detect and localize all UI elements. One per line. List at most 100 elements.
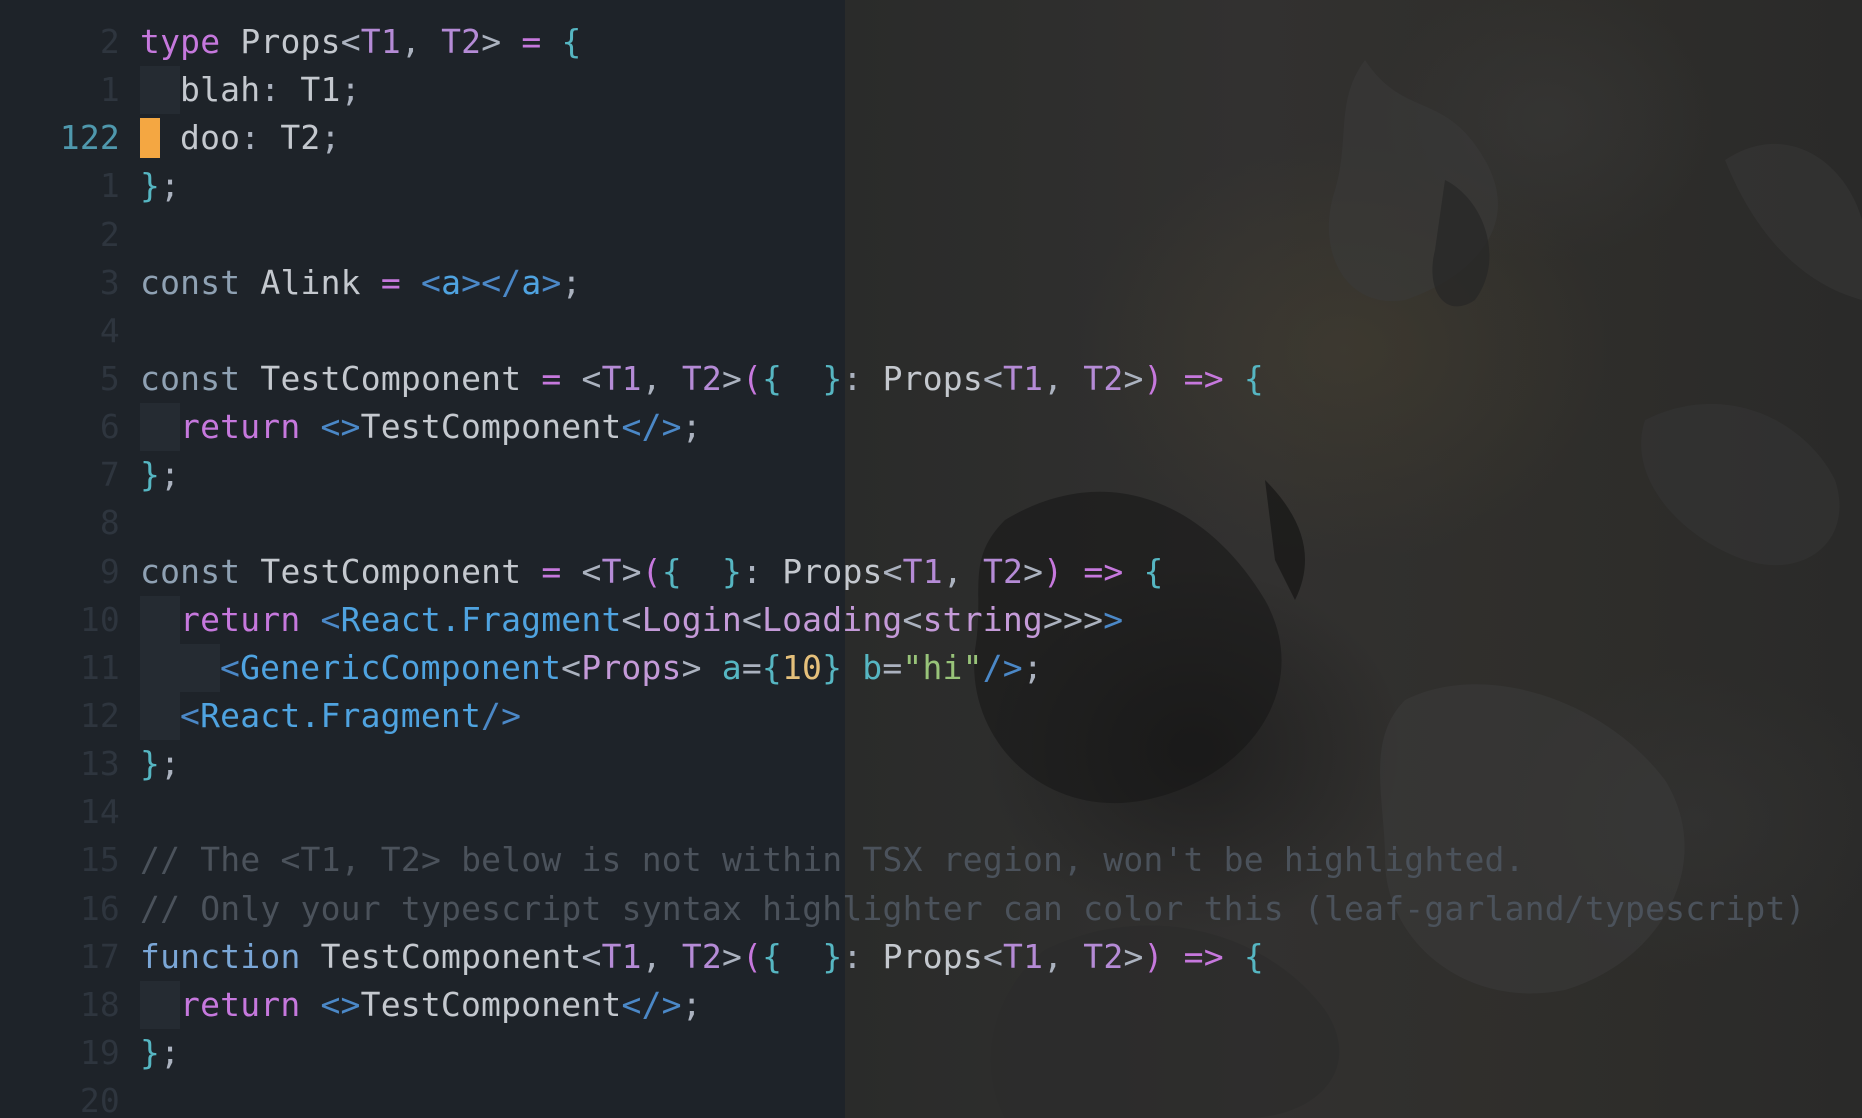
code-text: }; [140, 451, 180, 499]
code-token: { [1243, 358, 1264, 398]
line-number: 20 [79, 1081, 120, 1118]
code-token: T2 [280, 118, 321, 158]
code-token: /> [982, 647, 1023, 687]
code-text: <React.Fragment/> [140, 691, 521, 740]
code-token: string [922, 599, 1043, 639]
code-text: doo: T2; [140, 114, 341, 162]
line-number: 16 [79, 888, 120, 928]
code-token: > [621, 551, 642, 591]
code-token: T1 [902, 551, 943, 591]
code-text: // Only your typescript syntax highlight… [140, 885, 1806, 933]
code-token: ></ [461, 262, 522, 302]
code-text: <GenericComponent<Props> a={10} b="hi"/>… [140, 643, 1043, 692]
code-token: , [1043, 936, 1084, 976]
code-token: Login [641, 599, 742, 639]
code-text: }; [140, 740, 180, 788]
code-token: function [140, 936, 301, 976]
code-token: b [842, 647, 883, 687]
code-token: <> [320, 407, 361, 447]
code-token: Loading [762, 599, 903, 639]
code-token: = [541, 551, 562, 591]
code-token: > [481, 22, 502, 61]
code-token: ; [160, 455, 181, 495]
code-text: const TestComponent = <T>({ }: Props<T1,… [140, 548, 1164, 596]
line-number: 5 [99, 358, 120, 398]
code-token: ; [160, 166, 181, 206]
code-token: : [742, 551, 783, 591]
code-token: a [701, 647, 742, 687]
code-token: => [1163, 936, 1244, 976]
code-token: < [420, 262, 442, 302]
code-token: , [1043, 358, 1084, 398]
code-token: < [982, 936, 1004, 976]
code-token: return [180, 984, 301, 1024]
code-token: > [1103, 599, 1124, 639]
code-token: = [741, 647, 762, 687]
code-token: a [521, 262, 542, 302]
code-token: < [320, 599, 341, 639]
code-token: ; [681, 407, 702, 447]
code-token: { [762, 358, 783, 398]
indent-guide [180, 643, 220, 692]
code-token: T1 [300, 70, 341, 110]
code-token: // Only your typescript syntax highlight… [140, 888, 1806, 928]
code-token: Props [882, 358, 983, 398]
line-number: 6 [99, 407, 120, 447]
code-token: Props [581, 647, 682, 687]
code-token: React.Fragment [340, 599, 622, 639]
line-number: 10 [79, 599, 120, 639]
code-token: } [722, 551, 743, 591]
code-token: } [140, 166, 161, 206]
code-text: function TestComponent<T1, T2>({ }: Prop… [140, 933, 1264, 981]
code-token: Alink [240, 262, 381, 302]
code-token: = [882, 647, 903, 687]
code-token: { [661, 551, 682, 591]
indent-guide [140, 595, 180, 644]
code-token: a [441, 262, 462, 302]
code-token: < [561, 551, 602, 591]
code-token: > [1123, 358, 1144, 398]
code-token: ) [1043, 551, 1064, 591]
code-token: { [561, 22, 582, 61]
code-token: doo [180, 118, 241, 158]
code-token: Props [782, 551, 883, 591]
code-text: const TestComponent = <T1, T2>({ }: Prop… [140, 355, 1264, 403]
line-number: 8 [99, 503, 120, 543]
code-token: < [741, 599, 763, 639]
code-text: return <React.Fragment<Login<Loading<str… [140, 595, 1124, 644]
code-token: T2 [1083, 358, 1124, 398]
code-token: >>> [1042, 599, 1104, 639]
code-token: => [1063, 551, 1144, 591]
code-token: React.Fragment [200, 695, 482, 735]
code-token: </> [621, 407, 682, 447]
code-token: : [842, 936, 883, 976]
code-token: : [240, 118, 281, 158]
code-editor[interactable]: 2 type Props<T1, T2> = {1 blah: T1; 122 doo:… [0, 0, 1862, 1118]
code-token: ; [1022, 647, 1043, 687]
code-token: { [762, 936, 783, 976]
line-number: 11 [79, 647, 120, 687]
code-token: } [822, 647, 843, 687]
code-token: return [180, 599, 301, 639]
code-token: Props [882, 936, 983, 976]
code-token: < [220, 647, 241, 687]
code-token: ; [160, 744, 181, 784]
code-token: T1 [360, 22, 401, 61]
line-number: 122 [59, 118, 120, 158]
code-token: , [641, 358, 682, 398]
code-token: ( [641, 551, 662, 591]
line-number: 14 [79, 792, 120, 832]
code-token: return [180, 407, 301, 447]
code-token: => [1163, 358, 1244, 398]
line-number: 18 [79, 984, 120, 1024]
code-token: // The <T1, T2> below is not within TSX … [140, 840, 1525, 880]
code-token: TestComponent [360, 407, 622, 447]
line-number: 13 [79, 744, 120, 784]
line-number: 17 [79, 936, 120, 976]
code-token: < [561, 647, 582, 687]
code-token: 10 [781, 647, 823, 687]
code-text: }; [140, 1029, 180, 1077]
code-token: < [340, 22, 361, 61]
